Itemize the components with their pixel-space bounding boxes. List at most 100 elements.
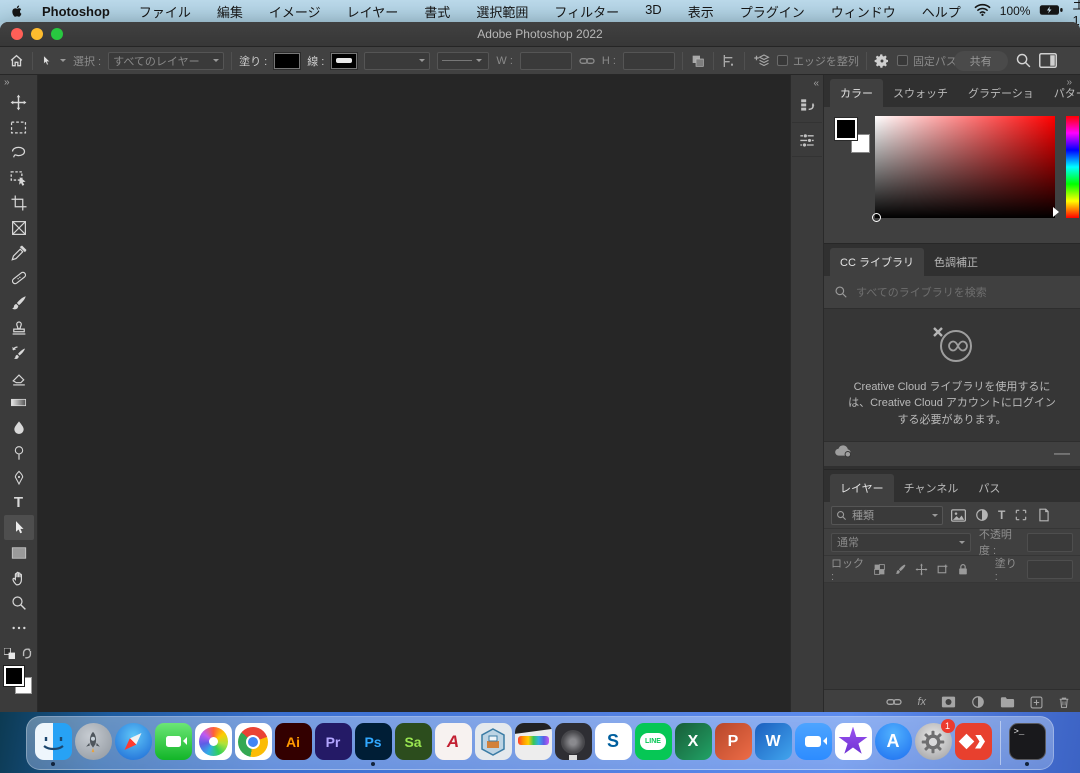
menu-item-12[interactable]: ヘルプ xyxy=(909,2,974,21)
tool-gradient[interactable] xyxy=(4,390,34,415)
color-tab-3[interactable]: グラデーショ xyxy=(958,79,1044,107)
library-search[interactable]: すべてのライブラリを検索 xyxy=(824,276,1080,309)
dock-safari[interactable] xyxy=(115,721,152,765)
panel-dock-collapse-icon[interactable]: « xyxy=(813,78,823,89)
tool-healing[interactable] xyxy=(4,265,34,290)
layer-mask-icon[interactable] xyxy=(941,696,956,708)
foreground-color-swatch[interactable] xyxy=(835,118,857,140)
apple-menu-icon[interactable] xyxy=(10,3,24,19)
layers-tab-2[interactable]: チャンネル xyxy=(894,474,969,502)
hue-slider[interactable] xyxy=(1066,116,1079,218)
wifi-icon[interactable] xyxy=(974,3,991,19)
adjustment-layer-icon[interactable] xyxy=(971,695,985,709)
fixed-path-checkbox[interactable]: 固定パス( xyxy=(897,53,961,69)
link-layers-icon[interactable] xyxy=(886,697,902,707)
properties-panel-icon[interactable] xyxy=(792,123,822,157)
filter-smart-object-icon[interactable] xyxy=(1037,508,1051,522)
dock-final-cut[interactable] xyxy=(515,721,552,765)
tool-object-select[interactable] xyxy=(4,165,34,190)
filter-type-icon[interactable]: T xyxy=(998,508,1005,522)
align-edges-checkbox[interactable]: エッジを整列 xyxy=(777,53,859,69)
menu-item-4[interactable]: レイヤー xyxy=(334,2,412,21)
tool-type[interactable]: T xyxy=(4,490,34,515)
select-layers-dropdown[interactable]: すべてのレイヤー xyxy=(108,52,224,70)
dock-chrome[interactable] xyxy=(235,721,272,765)
dock-terminal[interactable]: >_ xyxy=(1009,721,1046,765)
fill-field[interactable] xyxy=(1027,560,1073,579)
dock-red-diamond[interactable] xyxy=(955,721,992,765)
lock-pixels-icon[interactable] xyxy=(894,563,907,576)
opacity-field[interactable] xyxy=(1027,533,1073,552)
dock-sketchup[interactable]: S xyxy=(595,721,632,765)
swap-colors-icon[interactable] xyxy=(21,646,33,664)
dock-turntable[interactable] xyxy=(555,721,592,765)
tool-lasso[interactable] xyxy=(4,140,34,165)
dock-launchpad[interactable] xyxy=(75,721,112,765)
dock-autocad[interactable]: A xyxy=(435,721,472,765)
tool-move[interactable] xyxy=(4,90,34,115)
lock-transparency-icon[interactable] xyxy=(873,563,886,576)
saturation-brightness-picker[interactable] xyxy=(875,116,1055,218)
width-field[interactable] xyxy=(520,52,572,70)
dock-home-design[interactable] xyxy=(475,721,512,765)
layers-list[interactable] xyxy=(824,583,1080,689)
dock-premiere[interactable]: Pr xyxy=(315,721,352,765)
dock-facetime[interactable] xyxy=(155,721,192,765)
tool-clone-stamp[interactable] xyxy=(4,315,34,340)
dock-line[interactable]: LINE xyxy=(635,721,672,765)
tool-preset-icon[interactable] xyxy=(40,53,53,68)
tool-crop[interactable] xyxy=(4,190,34,215)
app-menu[interactable]: Photoshop xyxy=(32,4,120,19)
menu-item-7[interactable]: フィルター xyxy=(541,2,632,21)
layers-tab-3[interactable]: パス xyxy=(968,474,1010,502)
link-dimensions-icon[interactable] xyxy=(579,56,595,66)
tool-frame[interactable] xyxy=(4,215,34,240)
library-tab-2[interactable]: 色調補正 xyxy=(924,248,988,276)
new-layer-icon[interactable] xyxy=(1030,696,1043,709)
chevron-down-icon[interactable] xyxy=(60,59,66,65)
dock-photos[interactable] xyxy=(195,721,232,765)
stroke-swatch[interactable] xyxy=(331,53,357,69)
history-panel-icon[interactable] xyxy=(792,89,822,123)
filter-image-icon[interactable] xyxy=(951,509,966,522)
dock-zoom[interactable] xyxy=(795,721,832,765)
dock-imovie[interactable] xyxy=(835,721,872,765)
tool-path-select[interactable] xyxy=(4,515,34,540)
share-button[interactable]: 共有 xyxy=(954,51,1008,71)
layer-style-icon[interactable]: fx xyxy=(917,696,926,708)
dock-photoshop-dock[interactable]: Ps xyxy=(355,721,392,765)
canvas[interactable] xyxy=(38,75,790,712)
tool-history-brush[interactable] xyxy=(4,340,34,365)
battery-icon[interactable] xyxy=(1039,4,1063,19)
layers-tab-1[interactable]: レイヤー xyxy=(830,474,894,502)
lock-artboard-icon[interactable] xyxy=(936,563,949,576)
tool-eraser[interactable] xyxy=(4,365,34,390)
tool-hand[interactable] xyxy=(4,565,34,590)
menu-item-3[interactable]: イメージ xyxy=(256,2,334,21)
dock-finder[interactable] xyxy=(35,721,72,765)
fill-swatch[interactable] xyxy=(274,53,300,69)
cloud-sync-icon[interactable] xyxy=(834,445,852,463)
delete-layer-icon[interactable] xyxy=(1058,696,1070,709)
color-tab-4[interactable]: パターン xyxy=(1044,79,1080,107)
tool-blur[interactable] xyxy=(4,415,34,440)
color-tab-2[interactable]: スウォッチ xyxy=(883,79,958,107)
tool-eyedropper[interactable] xyxy=(4,240,34,265)
path-arrangement-icon[interactable] xyxy=(752,52,770,70)
path-alignment-icon[interactable] xyxy=(721,53,737,69)
color-picker-marker[interactable] xyxy=(872,213,881,222)
tool-zoom[interactable] xyxy=(4,590,34,615)
lock-all-icon[interactable] xyxy=(957,563,969,576)
filter-adjustment-icon[interactable] xyxy=(975,508,989,522)
menu-item-8[interactable]: 3D xyxy=(632,2,675,21)
tool-marquee[interactable] xyxy=(4,115,34,140)
stroke-type-dropdown[interactable] xyxy=(437,52,489,70)
tool-rectangle[interactable] xyxy=(4,540,34,565)
menu-item-11[interactable]: ウィンドウ xyxy=(818,2,909,21)
dock-app-store[interactable]: A xyxy=(875,721,912,765)
color-tab-1[interactable]: カラー xyxy=(830,79,883,107)
search-icon[interactable] xyxy=(1015,52,1032,69)
default-colors-icon[interactable] xyxy=(4,646,15,664)
toolbar-expand-icon[interactable]: » xyxy=(0,77,13,90)
dock-illustrator[interactable]: Ai xyxy=(275,721,312,765)
